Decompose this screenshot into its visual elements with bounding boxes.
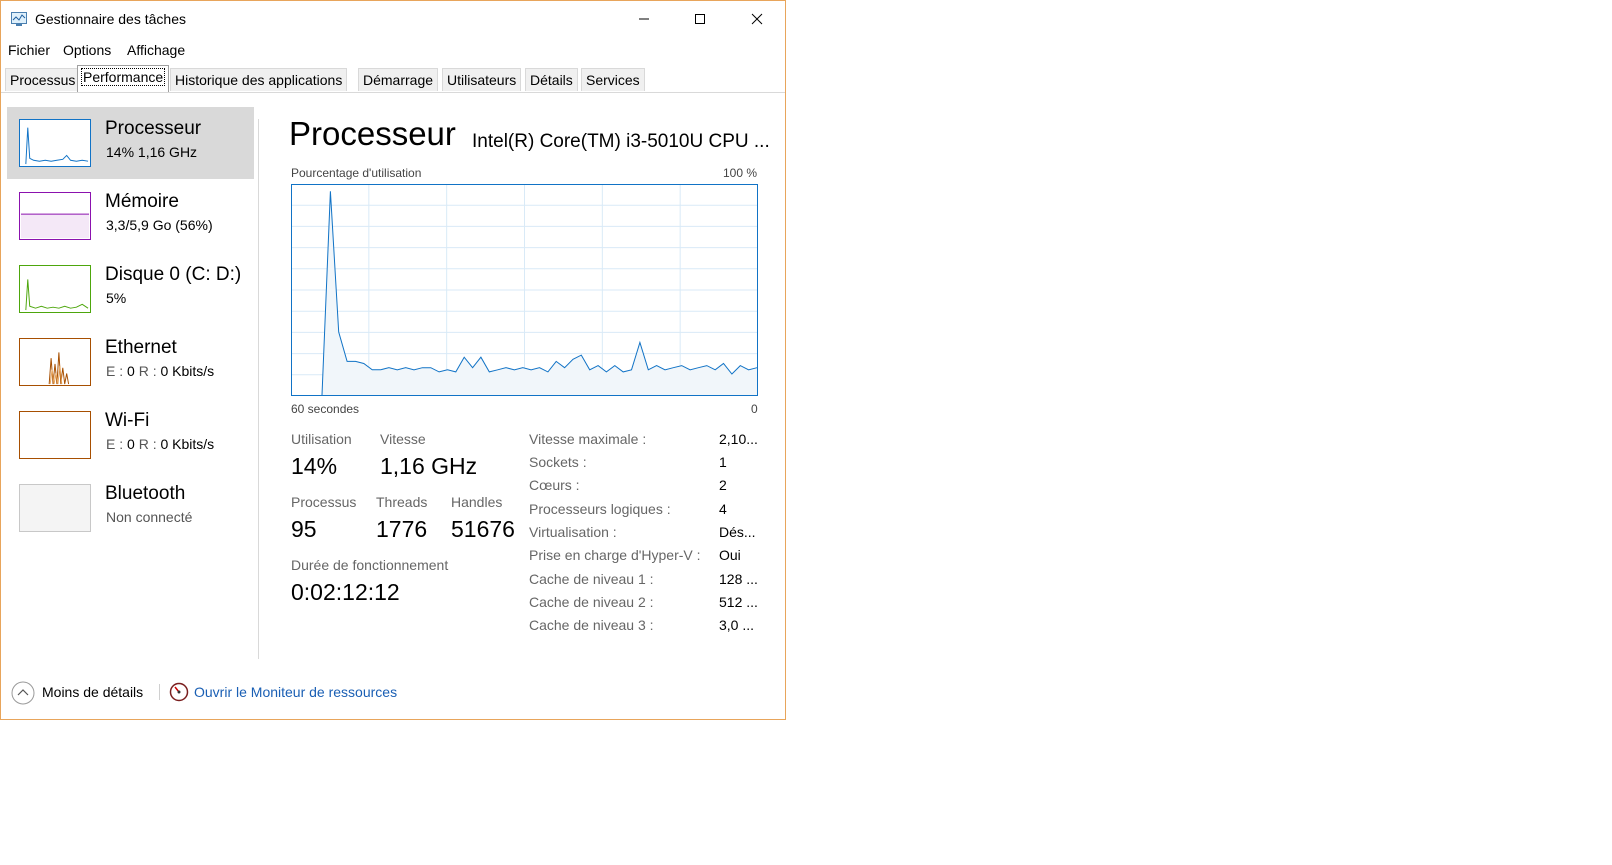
sidebar-item-title: Mémoire (105, 191, 179, 212)
prop-value: 2,10... (719, 431, 758, 447)
resource-monitor-icon (169, 682, 189, 702)
sidebar-item-title: Disque 0 (C: D:) (105, 264, 242, 285)
tab-performance[interactable]: Performance (77, 65, 170, 92)
utilisation-value: 14% (291, 453, 338, 479)
close-button[interactable] (734, 1, 780, 37)
maximize-button[interactable] (677, 1, 723, 37)
sidebar-item-sub: E : 0 R : 0 Kbits/s (106, 363, 215, 379)
sidebar-item-title: Ethernet (105, 337, 177, 358)
sidebar-item-sub: Non connecté (106, 509, 193, 525)
ethernet-thumbnail-graph (19, 338, 91, 386)
tab-bar: Processus Performance Historique des app… (1, 65, 785, 93)
vitesse-value: 1,16 GHz (380, 453, 478, 479)
prop-value: 512 ... (719, 594, 758, 610)
menu-affichage[interactable]: Affichage (127, 42, 185, 58)
prop-value: 2 (719, 477, 727, 493)
sidebar-item-title: Processeur (105, 118, 202, 139)
task-manager-window: Gestionnaire des tâches Fichier Options … (0, 0, 786, 720)
sidebar-item-ethernet[interactable]: Ethernet E : 0 R : 0 Kbits/s (7, 326, 254, 398)
prop-value: 3,0 ... (719, 617, 755, 633)
bluetooth-thumbnail-graph (19, 484, 91, 532)
utilisation-label: Utilisation (291, 431, 352, 447)
task-manager-icon (11, 12, 27, 26)
graph-label-right: 100 % (723, 166, 758, 180)
sidebar-item-sub: 5% (106, 290, 127, 306)
footer-bar: Moins de détails Ouvrir le Moniteur de r… (1, 677, 785, 709)
disk-thumbnail-graph (19, 265, 91, 313)
tab-services[interactable]: Services (581, 68, 645, 91)
pane-divider (258, 119, 259, 659)
prop-label: Processeurs logiques : (529, 501, 671, 517)
vitesse-label: Vitesse (380, 431, 426, 447)
threads-value: 1776 (376, 516, 428, 542)
handles-value: 51676 (451, 516, 515, 542)
chevron-up-icon[interactable] (11, 681, 35, 705)
tab-historique[interactable]: Historique des applications (170, 68, 348, 91)
cpu-model-name: Intel(R) Core(TM) i3-5010U CPU ... (472, 131, 770, 152)
sidebar-item-bluetooth[interactable]: Bluetooth Non connecté (7, 472, 254, 544)
prop-value: Dés... (719, 524, 756, 540)
menu-fichier[interactable]: Fichier (8, 42, 50, 58)
tab-demarrage[interactable]: Démarrage (358, 68, 439, 91)
processus-label: Processus (291, 494, 357, 510)
cpu-usage-graph (291, 184, 758, 396)
window-title: Gestionnaire des tâches (35, 11, 186, 27)
prop-label: Cache de niveau 3 : (529, 617, 654, 633)
sidebar-item-wifi[interactable]: Wi-Fi E : 0 R : 0 Kbits/s (7, 399, 254, 471)
maximize-icon (695, 14, 705, 24)
sidebar-item-memoire[interactable]: Mémoire 3,3/5,9 Go (56%) (7, 180, 254, 252)
sidebar-item-title: Wi-Fi (105, 410, 150, 431)
prop-value: 1 (719, 454, 727, 470)
prop-value: 4 (719, 501, 727, 517)
less-details-button[interactable]: Moins de détails (42, 684, 143, 700)
handles-label: Handles (451, 494, 503, 510)
minimize-icon (639, 18, 649, 20)
prop-label: Virtualisation : (529, 524, 617, 540)
footer-divider (159, 684, 160, 700)
prop-label: Cœurs : (529, 477, 580, 493)
processus-value: 95 (291, 516, 317, 542)
cpu-thumbnail-graph (19, 119, 91, 167)
graph-time-right: 0 (751, 402, 758, 416)
tab-performance-label: Performance (80, 68, 166, 86)
prop-label: Cache de niveau 1 : (529, 571, 654, 587)
prop-value: Oui (719, 547, 741, 563)
prop-label: Vitesse maximale : (529, 431, 647, 447)
graph-time-left: 60 secondes (291, 402, 360, 416)
uptime-value: 0:02:12:12 (291, 579, 400, 605)
tab-utilisateurs[interactable]: Utilisateurs (442, 68, 522, 91)
minimize-button[interactable] (621, 1, 667, 37)
prop-label: Prise en charge d'Hyper-V : (529, 547, 701, 563)
sidebar-item-processeur[interactable]: Processeur 14% 1,16 GHz (7, 107, 254, 179)
sidebar-item-disque[interactable]: Disque 0 (C: D:) 5% (7, 253, 254, 325)
sidebar-item-sub: 14% 1,16 GHz (106, 144, 198, 160)
threads-label: Threads (376, 494, 428, 510)
sidebar-item-title: Bluetooth (105, 483, 186, 504)
prop-value: 128 ... (719, 571, 758, 587)
title-bar: Gestionnaire des tâches (1, 1, 785, 37)
wifi-thumbnail-graph (19, 411, 91, 459)
sidebar-item-sub: E : 0 R : 0 Kbits/s (106, 436, 215, 452)
tab-processus[interactable]: Processus (5, 68, 81, 91)
page-title: Processeur (289, 115, 456, 152)
open-resource-monitor-link[interactable]: Ouvrir le Moniteur de ressources (194, 684, 397, 700)
prop-label: Cache de niveau 2 : (529, 594, 654, 610)
uptime-label: Durée de fonctionnement (291, 557, 449, 573)
menu-options[interactable]: Options (63, 42, 111, 58)
graph-label-left: Pourcentage d'utilisation (291, 166, 422, 180)
prop-label: Sockets : (529, 454, 587, 470)
memory-thumbnail-graph (19, 192, 91, 240)
close-icon (751, 13, 763, 25)
sidebar-item-sub: 3,3/5,9 Go (56%) (106, 217, 213, 233)
tab-details[interactable]: Détails (525, 68, 578, 91)
